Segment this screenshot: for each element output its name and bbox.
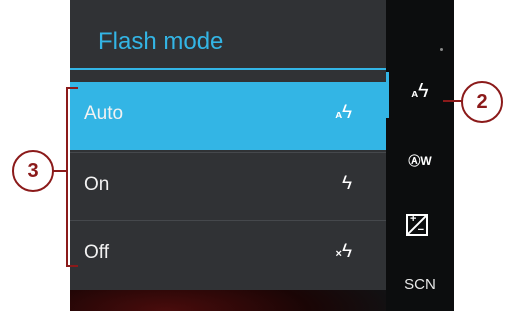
callout-3-leader	[52, 170, 66, 172]
flash-on-icon: ϟ	[341, 173, 352, 194]
selected-indicator	[386, 72, 389, 118]
sidebar-dot	[440, 48, 443, 51]
exposure-compensation-icon[interactable]: + −	[406, 213, 428, 236]
scene-mode-button[interactable]: SCN	[400, 276, 440, 293]
callout-2: 2	[461, 81, 503, 123]
auto-white-balance-icon[interactable]: ⒶW	[400, 152, 440, 169]
callout-3-bracket-top	[66, 87, 78, 89]
option-off-label: Off	[84, 242, 109, 263]
option-on-label: On	[84, 174, 110, 195]
callout-3-bracket-vertical	[66, 87, 68, 267]
flash-auto-icon: ᴀϟ	[335, 102, 352, 123]
dialog-title: Flash mode	[98, 28, 224, 55]
camera-settings-sidebar: ᴀϟ ⒶW + − SCN	[386, 0, 454, 311]
option-auto[interactable]: Auto ᴀϟ	[70, 82, 386, 150]
option-auto-label: Auto	[84, 103, 124, 124]
callout-3-bracket-bottom	[66, 265, 78, 267]
camera-screen: Flash mode Auto ᴀϟ On ϟ Off ×ϟ ᴀϟ ⒶW + − …	[70, 0, 454, 311]
flash-auto-icon[interactable]: ᴀϟ	[400, 80, 440, 103]
flash-off-icon: ×ϟ	[335, 241, 353, 262]
option-off[interactable]: Off ×ϟ	[70, 220, 386, 288]
flash-mode-dialog: Flash mode Auto ᴀϟ On ϟ Off ×ϟ	[70, 0, 386, 290]
callout-2-leader	[443, 100, 463, 102]
option-on[interactable]: On ϟ	[70, 152, 386, 220]
callout-3: 3	[12, 150, 54, 192]
title-divider	[70, 68, 386, 70]
